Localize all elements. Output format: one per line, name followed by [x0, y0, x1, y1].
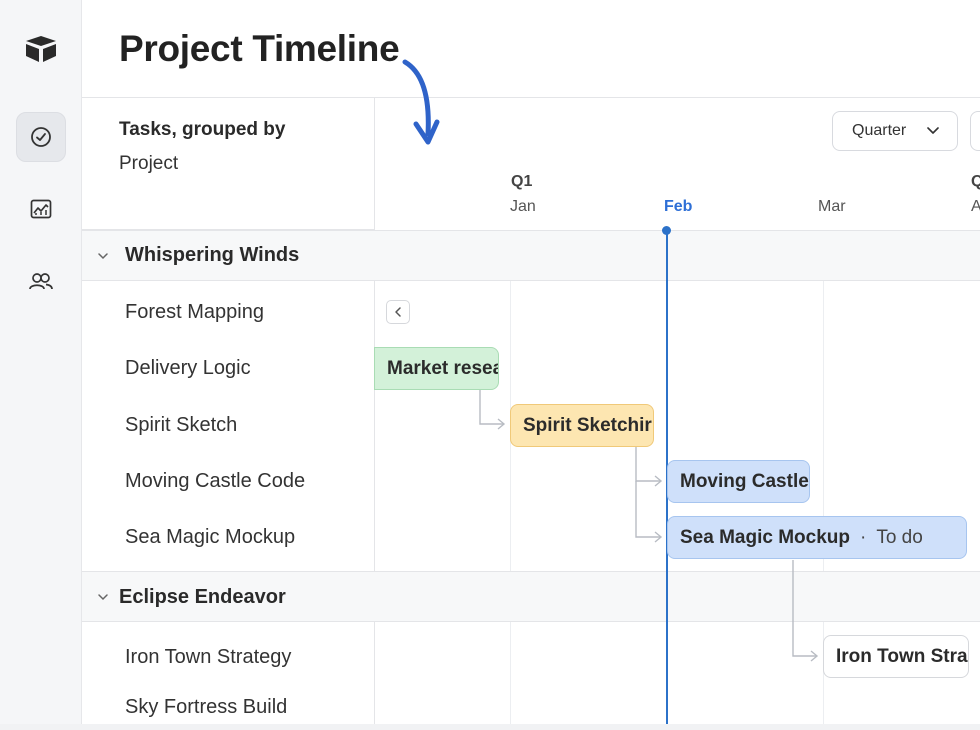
today-marker — [662, 226, 671, 235]
task-bar-label: Spirit Sketchir — [523, 414, 652, 436]
task-bar-label: Moving Castle — [680, 470, 809, 492]
task-bar-label: Sea Magic Mockup — [680, 526, 850, 548]
task-bar[interactable]: Sea Magic Mockup · To do — [667, 516, 967, 559]
task-bar-label: Iron Town Stra — [836, 645, 968, 667]
task-bar[interactable]: Moving Castle — [667, 460, 810, 503]
task-bar-status: To do — [876, 526, 923, 548]
task-bar[interactable]: Spirit Sketchir — [510, 404, 654, 447]
task-bar[interactable]: Iron Town Stra — [823, 635, 969, 678]
status-separator: · — [860, 526, 867, 548]
task-bar[interactable]: Market resea — [374, 347, 499, 390]
task-bar-label: Market resea — [387, 357, 499, 379]
bottom-edge — [0, 724, 980, 730]
